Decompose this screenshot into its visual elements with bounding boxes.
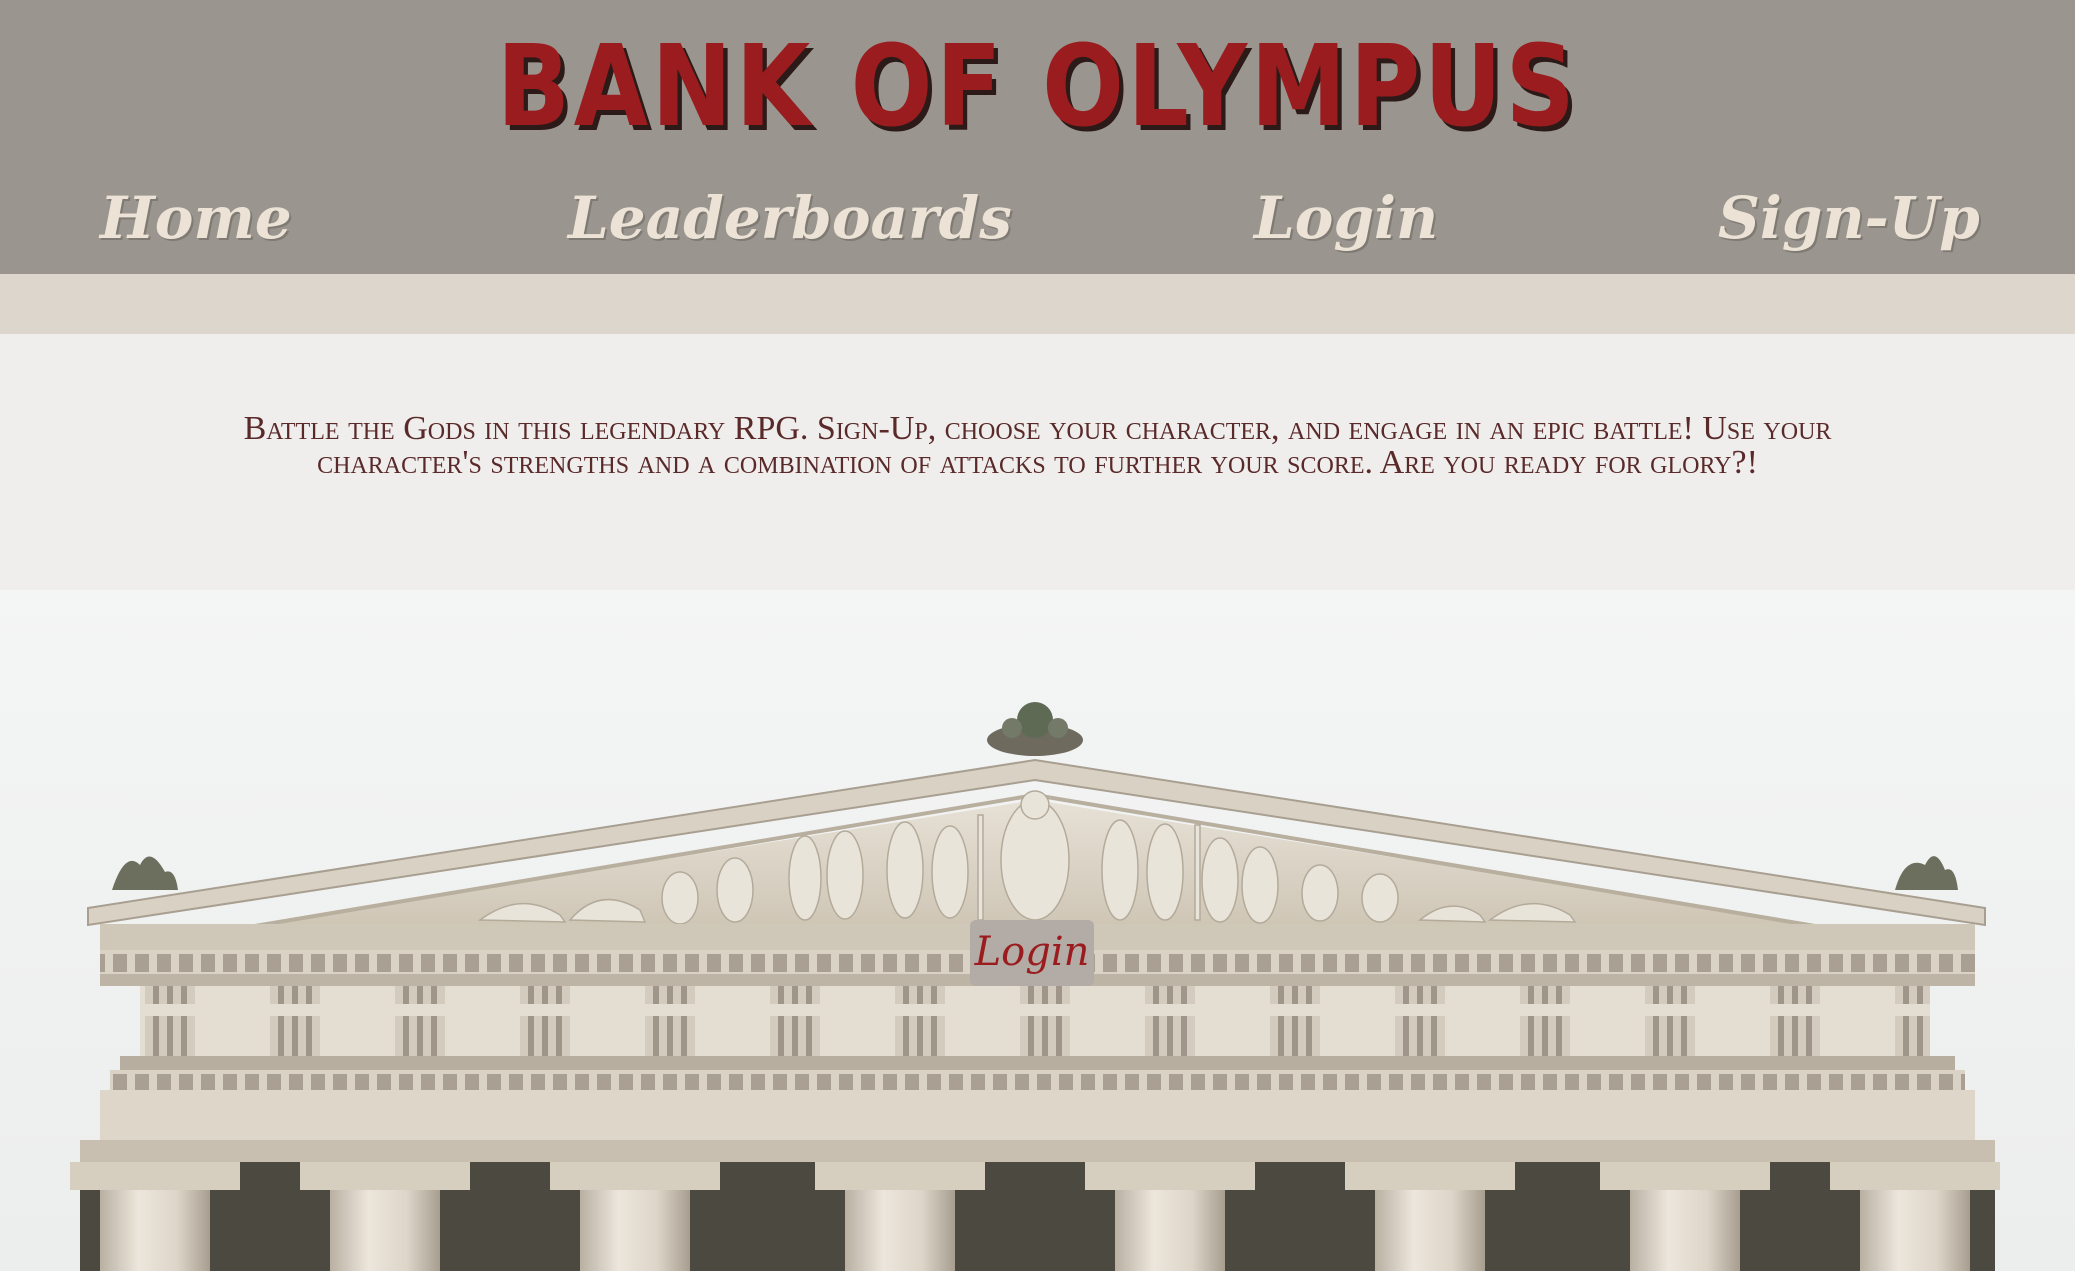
- acroterion-left: [112, 856, 178, 890]
- header-divider-band: [0, 274, 2075, 334]
- hero-login-button[interactable]: Login: [970, 920, 1094, 986]
- intro-tagline: Battle the Gods in this legendary RPG. S…: [243, 410, 1832, 481]
- nav-sign-up[interactable]: Sign-Up: [1718, 178, 1980, 258]
- nav-home[interactable]: Home: [100, 178, 292, 258]
- acroterion-top: [987, 702, 1083, 756]
- site-header: BANK OF OLYMPUS Home Leaderboards Login …: [0, 0, 2075, 274]
- site-title: BANK OF OLYMPUS: [496, 22, 1579, 152]
- intro-section: Battle the Gods in this legendary RPG. S…: [0, 334, 2075, 590]
- temple-hero-image: Login: [0, 590, 2075, 1271]
- acroterion-right: [1895, 856, 1958, 890]
- nav-login[interactable]: Login: [1254, 178, 1438, 258]
- nav-leaderboards[interactable]: Leaderboards: [568, 178, 1012, 258]
